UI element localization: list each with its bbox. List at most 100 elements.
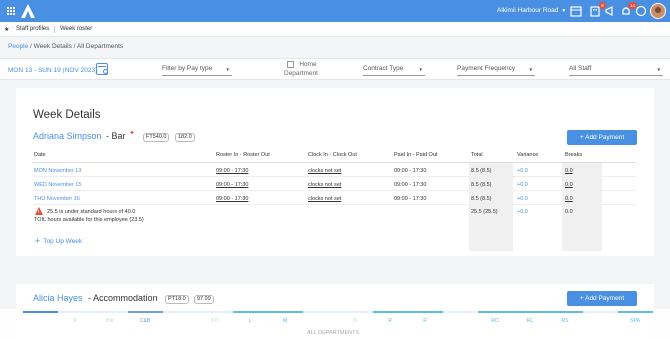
date-range-label[interactable]: MON 13 - SUN 19 (NOV 2023) — [8, 67, 97, 74]
row-total: 8.5 (8.5) — [471, 168, 492, 174]
department-color-bar — [198, 311, 233, 313]
department-tab[interactable]: KIT — [200, 318, 230, 324]
row-breaks-link[interactable]: 0.0 — [565, 182, 573, 188]
department-color-bar — [163, 311, 198, 313]
department-color-bar — [233, 311, 268, 313]
pay-rate-tag: 182.0 — [175, 133, 195, 142]
breadcrumb-people-link[interactable]: People — [8, 43, 28, 50]
alkimii-logo[interactable] — [21, 4, 35, 18]
staff-select[interactable]: All Staff ▼ — [569, 63, 663, 76]
department-tab[interactable]: L — [235, 318, 265, 324]
row-total: 8.5 (8.5) — [471, 182, 492, 188]
building-icon[interactable]: 8 — [589, 2, 606, 17]
row-clock-link[interactable]: clocks not set — [308, 168, 341, 174]
row-roster-link[interactable]: 09:00 - 17:30 — [216, 168, 248, 174]
col-header-paid: Paid In - Paid Out — [394, 152, 438, 158]
row-divider — [33, 204, 636, 205]
row-breaks-link[interactable]: 0.0 — [565, 196, 573, 202]
chevron-down-icon: ▼ — [528, 67, 533, 72]
col-header-roster: Roster In - Roster Out — [216, 152, 270, 158]
department-tab[interactable]: A — [60, 318, 90, 324]
row-paid: 09:00 - 17:30 — [394, 196, 427, 202]
all-departments-label[interactable]: ALL DEPARTMENTS — [307, 330, 359, 336]
department-tab[interactable]: Bar — [95, 318, 125, 324]
row-date-link[interactable]: MON November 13 — [34, 168, 81, 174]
row-variance: +0.0 — [517, 182, 528, 188]
department-tab[interactable]: M — [270, 318, 300, 324]
breadcrumb-rest: / Week Details / All Departments — [28, 43, 124, 50]
row-divider — [33, 190, 636, 191]
row-date-link[interactable]: WED November 15 — [34, 182, 81, 188]
tab-week-roster[interactable]: Week roster — [53, 26, 92, 33]
page-title: Week Details — [33, 109, 101, 121]
row-clock-link[interactable]: clocks not set — [308, 182, 341, 188]
department-color-bar — [548, 311, 583, 313]
toil-hours-note: TOIL hours available for this employee (… — [34, 217, 144, 223]
contract-hours-tag: PT18.0 — [165, 295, 189, 304]
department-color-bar — [408, 311, 443, 313]
contract-hours-tag: FT540.0 — [143, 133, 170, 142]
department-color-bar — [338, 311, 373, 313]
department-color-bar — [443, 311, 478, 313]
venue-name: Alkimii Harbour Road — [497, 7, 559, 14]
department-tab[interactable]: RS — [550, 318, 580, 324]
add-payment-button[interactable]: + Add Payment — [567, 130, 637, 145]
payment-frequency-select[interactable]: Payment Frequency ▼ — [457, 63, 535, 76]
department-color-bar — [303, 311, 338, 313]
row-date-link[interactable]: THU November 16 — [34, 196, 80, 202]
breadcrumb: People / Week Details / All Departments — [8, 43, 123, 50]
col-header-breaks: Breaks — [565, 152, 583, 158]
department-color-bar — [23, 311, 58, 313]
row-divider — [33, 176, 636, 177]
department-tab[interactable]: R — [375, 318, 405, 324]
department-tab[interactable]: RO — [480, 318, 510, 324]
filters-bar: MON 13 - SUN 19 (NOV 2023) Filter by Pay… — [0, 58, 670, 80]
department-tab[interactable]: RL — [515, 318, 545, 324]
top-up-week-button[interactable]: + Top Up Week — [35, 236, 82, 246]
pay-rate-tag: 97.99 — [194, 295, 214, 304]
payment-frequency-label: Payment Frequency — [457, 65, 516, 72]
contract-type-select[interactable]: Contract Type ▼ — [363, 63, 425, 76]
department-color-bar — [583, 311, 618, 313]
chat-icon[interactable] — [635, 5, 647, 17]
header-divider — [33, 162, 636, 163]
row-paid: 09:00 - 17:30 — [394, 168, 427, 174]
row-variance: +0.0 — [517, 168, 528, 174]
star-icon[interactable]: ★ — [4, 26, 9, 33]
department-tab[interactable]: N — [340, 318, 370, 324]
tab-staff-profiles[interactable]: Staff profiles — [16, 26, 49, 32]
top-up-week-label: Top Up Week — [43, 238, 83, 245]
row-roster-link[interactable]: 09:00 - 17:30 — [216, 182, 248, 188]
venue-selector[interactable]: Alkimii Harbour Road ▼ — [497, 7, 566, 14]
chevron-down-icon: ▼ — [561, 8, 567, 14]
add-payment-button[interactable]: + Add Payment — [567, 291, 637, 306]
bell-icon[interactable]: 14 — [620, 2, 637, 17]
department-color-bar — [513, 311, 548, 313]
department-tab[interactable]: SPA — [620, 318, 650, 324]
department-color-bar — [373, 311, 408, 313]
summary-variance: +0.0 — [517, 209, 528, 215]
col-header-total: Total — [471, 152, 483, 158]
row-total: 8.5 (8.5) — [471, 196, 492, 202]
employee-name-link[interactable]: Alicia Hayes — [33, 293, 83, 303]
pay-type-label: Filter by Pay type — [162, 65, 213, 72]
calendar-picker-icon[interactable] — [96, 63, 108, 75]
department-tab[interactable]: C&B — [130, 318, 160, 324]
apps-grid-icon[interactable] — [7, 7, 15, 15]
employee-name-link[interactable]: Adriana Simpson — [33, 131, 102, 141]
row-clock-link[interactable]: clocks not set — [308, 196, 341, 202]
row-breaks-link[interactable]: 0.0 — [565, 168, 573, 174]
megaphone-icon[interactable] — [604, 5, 616, 17]
department-color-bar — [128, 311, 163, 313]
calendar-icon[interactable] — [570, 5, 582, 17]
top-nav-bar: Alkimii Harbour Road ▼ 8 14 — [0, 0, 670, 22]
row-variance: +0.0 — [517, 196, 528, 202]
flag-icon: ✦ — [129, 130, 135, 137]
user-avatar[interactable] — [650, 3, 666, 19]
department-tab[interactable]: R — [410, 318, 440, 324]
under-hours-warning: 25.5 is under standard hours of 40.0 — [47, 209, 136, 215]
col-header-clock: Clock In - Clock Out — [308, 152, 357, 158]
pay-type-select[interactable]: Filter by Pay type ▼ — [162, 63, 232, 76]
warning-icon: ! — [35, 207, 43, 215]
row-roster-link[interactable]: 09:00 - 17:30 — [216, 196, 248, 202]
